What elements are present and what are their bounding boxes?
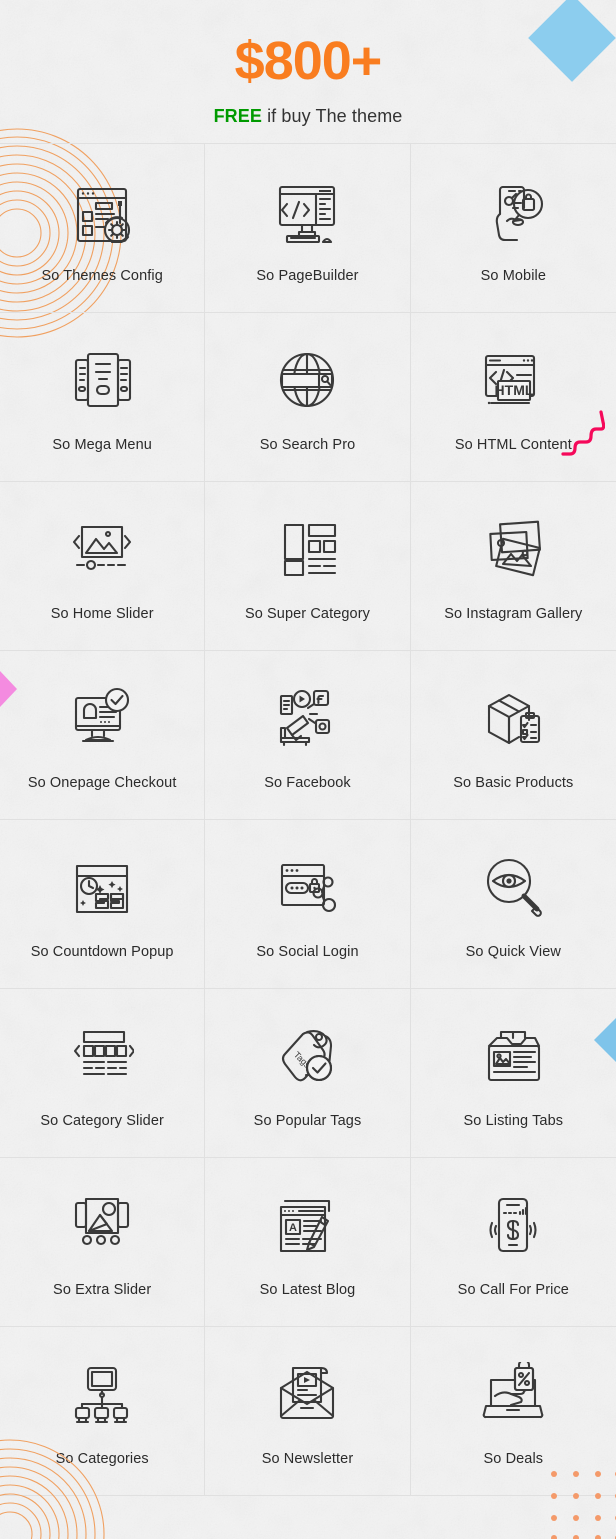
feature-label: So Countdown Popup: [30, 943, 174, 960]
popular-tags-icon: [275, 1013, 339, 1099]
feature-label: So Mobile: [480, 267, 547, 284]
latest-blog-icon: [275, 1182, 339, 1268]
feature-label: So Listing Tabs: [463, 1112, 564, 1129]
feature-cell[interactable]: So Popular Tags: [205, 988, 411, 1158]
call-for-price-icon: [481, 1182, 545, 1268]
feature-label: So Instagram Gallery: [444, 605, 583, 622]
feature-label: So Basic Products: [453, 774, 574, 791]
feature-cell[interactable]: So Social Login: [205, 819, 411, 989]
feature-cell[interactable]: So Categories: [0, 1326, 206, 1496]
feature-cell[interactable]: So Newsletter: [205, 1326, 411, 1496]
price-headline: $800+: [234, 31, 383, 91]
feature-grid: So Themes Config So PageBuilder So Mobile S…: [0, 142, 616, 1496]
feature-label: So Newsletter: [261, 1450, 354, 1467]
basic-products-icon: [481, 675, 545, 761]
feature-label: So Call For Price: [457, 1281, 569, 1298]
free-label: FREE: [213, 105, 262, 126]
countdown-popup-icon: [70, 844, 134, 930]
newsletter-icon: [275, 1351, 339, 1437]
feature-cell[interactable]: So PageBuilder: [205, 143, 411, 313]
feature-cell[interactable]: So Call For Price: [410, 1158, 616, 1327]
feature-cell[interactable]: So Themes Config: [0, 143, 206, 313]
feature-cell[interactable]: So Basic Products: [410, 651, 616, 820]
home-slider-icon: [70, 506, 134, 592]
feature-label: So PageBuilder: [256, 267, 359, 284]
feature-label: So Themes Config: [41, 267, 163, 284]
feature-cell[interactable]: So Listing Tabs: [410, 989, 616, 1158]
feature-cell[interactable]: So HTML Content: [410, 313, 616, 482]
mega-menu-icon: [70, 337, 134, 423]
categories-icon: [70, 1351, 134, 1437]
subline: FREE if buy The theme: [0, 106, 616, 127]
instagram-gallery-icon: [481, 506, 545, 592]
feature-cell[interactable]: So Latest Blog: [205, 1157, 411, 1327]
feature-label: So Latest Blog: [259, 1281, 356, 1298]
quick-view-icon: [481, 844, 545, 930]
mobile-icon: [481, 168, 545, 254]
social-login-icon: [275, 844, 339, 930]
listing-tabs-icon: [481, 1013, 545, 1099]
deals-icon: [481, 1351, 545, 1437]
feature-cell[interactable]: So Onepage Checkout: [0, 650, 206, 820]
feature-label: So Super Category: [244, 605, 370, 622]
onepage-checkout-icon: [70, 675, 134, 761]
feature-cell[interactable]: So Countdown Popup: [0, 819, 206, 989]
extra-slider-icon: [70, 1182, 134, 1268]
super-category-icon: [275, 506, 339, 592]
pagebuilder-icon: [275, 168, 339, 254]
feature-label: So Popular Tags: [253, 1112, 362, 1129]
feature-label: So HTML Content: [454, 436, 572, 453]
feature-label: So Social Login: [256, 943, 359, 960]
feature-label: So Onepage Checkout: [27, 774, 177, 791]
feature-label: So Quick View: [465, 943, 561, 960]
feature-label: So Deals: [483, 1450, 544, 1467]
html-content-icon: [481, 337, 545, 423]
feature-label: So Mega Menu: [52, 436, 152, 453]
themes-config-icon: [70, 168, 134, 254]
feature-cell[interactable]: So Category Slider: [0, 988, 206, 1158]
subline-rest: if buy The theme: [261, 105, 403, 126]
feature-cell[interactable]: So Mega Menu: [0, 312, 206, 482]
feature-cell[interactable]: So Deals: [410, 1327, 616, 1496]
feature-label: So Facebook: [264, 774, 351, 791]
search-pro-icon: [275, 337, 339, 423]
feature-label: So Search Pro: [259, 436, 356, 453]
feature-cell[interactable]: So Instagram Gallery: [410, 482, 616, 651]
facebook-icon: [275, 675, 339, 761]
header: $800+ FREE if buy The theme: [0, 0, 616, 127]
page-root: $800+ FREE if buy The theme So Themes Co…: [0, 0, 616, 1539]
feature-cell[interactable]: So Extra Slider: [0, 1157, 206, 1327]
feature-cell[interactable]: So Search Pro: [205, 312, 411, 482]
feature-label: So Categories: [55, 1450, 149, 1467]
feature-label: So Extra Slider: [53, 1281, 152, 1298]
feature-label: So Home Slider: [50, 605, 154, 622]
feature-cell[interactable]: So Home Slider: [0, 481, 206, 651]
category-slider-icon: [70, 1013, 135, 1099]
feature-cell[interactable]: So Quick View: [410, 820, 616, 989]
feature-cell[interactable]: So Facebook: [205, 650, 411, 820]
feature-cell[interactable]: So Super Category: [205, 481, 411, 651]
feature-cell[interactable]: So Mobile: [410, 144, 616, 313]
feature-label: So Category Slider: [40, 1112, 164, 1129]
